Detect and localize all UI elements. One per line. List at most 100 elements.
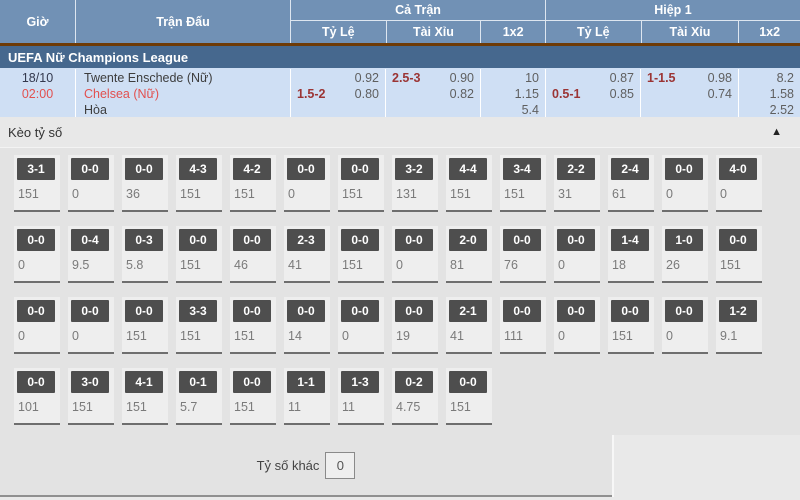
full-1x2-away-odds[interactable]: 1.15 [487, 86, 539, 102]
score-cell[interactable]: 3-0151 [68, 368, 114, 425]
score-cell[interactable]: 0-00 [284, 155, 330, 212]
full-handicap-over-odds[interactable]: 0.92 [355, 70, 379, 86]
header-full-1x2: 1x2 [480, 21, 545, 43]
score-odds: 151 [503, 187, 546, 201]
full-1x2-home-odds[interactable]: 10 [487, 70, 539, 86]
header-half-handicap: Tỷ Lệ [546, 21, 641, 43]
score-odds: 41 [287, 258, 330, 272]
score-cell[interactable]: 0-15.7 [176, 368, 222, 425]
score-label: 0-0 [503, 300, 541, 322]
score-odds: 151 [17, 187, 60, 201]
half-handicap-over[interactable]: 0.87 [552, 70, 634, 86]
full-1x2-draw-odds[interactable]: 5.4 [487, 102, 539, 118]
header-half-overunder: Tài Xỉu [641, 21, 739, 43]
score-cell[interactable]: 2-231 [554, 155, 600, 212]
score-cell[interactable]: 0-0111 [500, 297, 546, 354]
score-cell[interactable]: 0-076 [500, 226, 546, 283]
score-cell[interactable]: 2-141 [446, 297, 492, 354]
half-1x2-home-odds[interactable]: 8.2 [745, 70, 794, 86]
score-cell[interactable]: 0-00 [392, 226, 438, 283]
full-handicap-under-odds[interactable]: 0.80 [355, 86, 379, 102]
score-cell[interactable]: 0-00 [14, 226, 60, 283]
score-odds: 26 [665, 258, 708, 272]
score-row: 3-11510-000-0364-31514-21510-000-01513-2… [14, 155, 800, 212]
score-odds: 151 [179, 187, 222, 201]
score-cell[interactable]: 0-046 [230, 226, 276, 283]
score-cell[interactable]: 0-0151 [230, 368, 276, 425]
score-cell[interactable]: 1-111 [284, 368, 330, 425]
full-handicap-under[interactable]: 1.5-2 0.80 [297, 86, 379, 102]
full-under-odds[interactable]: 0.82 [450, 86, 474, 102]
half-1x2-draw-odds[interactable]: 2.52 [745, 102, 794, 118]
score-label: 0-0 [125, 158, 163, 180]
full-over[interactable]: 2.5-3 0.90 [392, 70, 474, 86]
score-cell[interactable]: 2-341 [284, 226, 330, 283]
score-cell[interactable]: 4-1151 [122, 368, 168, 425]
score-cell[interactable]: 0-49.5 [68, 226, 114, 283]
score-cell[interactable]: 0-0151 [230, 297, 276, 354]
full-overunder-cell: 2.5-3 0.90 0.82 [385, 69, 480, 117]
full-over-odds[interactable]: 0.90 [450, 70, 474, 86]
correct-score-header[interactable]: Kèo tỷ số ▲ [0, 117, 800, 148]
half-under-odds[interactable]: 0.74 [708, 86, 732, 102]
score-cell[interactable]: 0-00 [662, 155, 708, 212]
score-cell[interactable]: 0-00 [554, 297, 600, 354]
score-cell[interactable]: 0-0151 [338, 155, 384, 212]
score-cell[interactable]: 3-4151 [500, 155, 546, 212]
score-cell[interactable]: 4-4151 [446, 155, 492, 212]
score-cell[interactable]: 4-00 [716, 155, 762, 212]
full-overunder-line: 2.5-3 [392, 70, 421, 86]
score-odds: 61 [611, 187, 654, 201]
score-cell[interactable]: 1-418 [608, 226, 654, 283]
score-cell[interactable]: 0-014 [284, 297, 330, 354]
score-odds: 151 [125, 329, 168, 343]
score-cell[interactable]: 0-0151 [608, 297, 654, 354]
score-odds: 46 [233, 258, 276, 272]
score-cell[interactable]: 0-0151 [716, 226, 762, 283]
score-label: 3-0 [71, 371, 109, 393]
score-cell[interactable]: 3-1151 [14, 155, 60, 212]
score-cell[interactable]: 2-081 [446, 226, 492, 283]
score-cell[interactable]: 0-00 [662, 297, 708, 354]
half-handicap-under[interactable]: 0.5-1 0.85 [552, 86, 634, 102]
full-under[interactable]: 0.82 [392, 86, 474, 102]
half-handicap-over-odds[interactable]: 0.87 [610, 70, 634, 86]
half-handicap-under-odds[interactable]: 0.85 [610, 86, 634, 102]
score-odds: 131 [395, 187, 438, 201]
score-cell[interactable]: 1-29.1 [716, 297, 762, 354]
score-cell[interactable]: 3-2131 [392, 155, 438, 212]
other-score-input[interactable]: 0 [325, 452, 355, 479]
half-handicap-line: 0.5-1 [552, 86, 581, 102]
half-under[interactable]: 0.74 [647, 86, 732, 102]
score-cell[interactable]: 0-019 [392, 297, 438, 354]
score-odds: 81 [449, 258, 492, 272]
score-cell[interactable]: 0-00 [14, 297, 60, 354]
score-cell[interactable]: 0-0101 [14, 368, 60, 425]
half-1x2-away-odds[interactable]: 1.58 [745, 86, 794, 102]
collapse-icon[interactable]: ▲ [771, 126, 782, 138]
score-cell[interactable]: 4-2151 [230, 155, 276, 212]
score-cell[interactable]: 0-35.8 [122, 226, 168, 283]
score-cell[interactable]: 0-00 [68, 155, 114, 212]
score-cell[interactable]: 0-0151 [176, 226, 222, 283]
half-over-odds[interactable]: 0.98 [708, 70, 732, 86]
score-cell[interactable]: 0-036 [122, 155, 168, 212]
score-cell[interactable]: 4-3151 [176, 155, 222, 212]
score-cell[interactable]: 0-0151 [122, 297, 168, 354]
score-cell[interactable]: 0-00 [554, 226, 600, 283]
score-odds: 0 [665, 329, 708, 343]
full-handicap-over[interactable]: 0.92 [297, 70, 379, 86]
score-odds: 151 [719, 258, 762, 272]
score-cell[interactable]: 1-311 [338, 368, 384, 425]
score-cell[interactable]: 0-0151 [338, 226, 384, 283]
score-label: 1-3 [341, 371, 379, 393]
score-cell[interactable]: 0-24.75 [392, 368, 438, 425]
score-cell[interactable]: 0-00 [338, 297, 384, 354]
score-cell[interactable]: 0-0151 [446, 368, 492, 425]
score-cell[interactable]: 0-00 [68, 297, 114, 354]
score-cell[interactable]: 3-3151 [176, 297, 222, 354]
score-odds: 31 [557, 187, 600, 201]
score-cell[interactable]: 2-461 [608, 155, 654, 212]
half-over[interactable]: 1-1.5 0.98 [647, 70, 732, 86]
score-cell[interactable]: 1-026 [662, 226, 708, 283]
